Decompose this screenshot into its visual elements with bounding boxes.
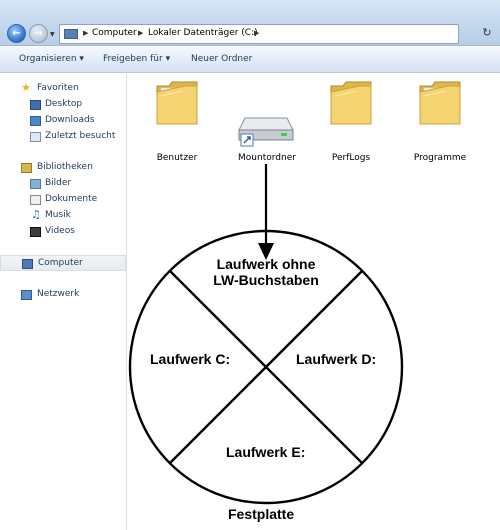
sidebar-item-libraries[interactable]: Bibliotheken [0,160,126,176]
navigation-pane: ★ Favoriten Desktop Downloads Zuletzt be… [0,74,127,530]
command-bar: Organisieren ▾ Freigeben für ▾ Neuer Ord… [0,47,500,73]
breadcrumb-local-disk[interactable]: Lokaler Datenträger (C:) [148,28,258,38]
music-icon: ♫ [31,208,41,221]
folder-icon [419,81,461,125]
address-bar: ← → ▼ ▶ Computer ▶ Lokaler Datenträger (… [0,0,500,46]
back-button[interactable]: ← [7,24,26,43]
sidebar-item-desktop[interactable]: Desktop [0,97,126,113]
disk-caption: Festplatte [228,506,295,522]
file-name: Programme [413,153,467,163]
breadcrumb-computer[interactable]: Computer [92,28,137,38]
forward-button[interactable]: → [29,24,48,43]
sidebar-item-computer[interactable]: Computer [0,255,126,271]
sidebar-item-documents[interactable]: Dokumente [0,192,126,208]
folder-item-mountordner[interactable]: Mountordner [227,74,307,164]
videos-icon [30,227,41,237]
folder-item-perflogs[interactable]: PerfLogs [311,74,391,164]
recent-places-icon [30,132,41,142]
folder-item-programme[interactable]: Programme [400,74,480,164]
documents-icon [30,195,41,205]
partition-label-d: Laufwerk D: [296,351,377,367]
star-icon: ★ [21,81,31,94]
organize-menu[interactable]: Organisieren ▾ [19,54,84,64]
chevron-right-icon[interactable]: ▶ [254,29,259,37]
chevron-right-icon[interactable]: ▶ [83,29,88,37]
sidebar-item-downloads[interactable]: Downloads [0,113,126,129]
sidebar-item-pictures[interactable]: Bilder [0,176,126,192]
sidebar-item-videos[interactable]: Videos [0,224,126,240]
share-menu[interactable]: Freigeben für ▾ [103,54,170,64]
libraries-icon [21,163,32,173]
file-name: Mountordner [238,153,296,163]
sidebar-item-recent[interactable]: Zuletzt besucht [0,129,126,145]
sidebar-item-favorites[interactable]: ★ Favoriten [0,81,126,97]
address-input[interactable]: ▶ Computer ▶ Lokaler Datenträger (C:) ▶ … [59,24,459,44]
desktop-icon [30,100,41,110]
history-dropdown-icon[interactable]: ▼ [50,31,55,38]
folder-item-benutzer[interactable]: Benutzer [137,74,217,164]
chevron-right-icon[interactable]: ▶ [138,29,143,37]
network-icon [21,290,32,300]
file-name: Benutzer [156,153,198,163]
sidebar-item-music[interactable]: ♫ Musik [0,208,126,224]
pictures-icon [30,179,41,189]
downloads-icon [30,116,41,126]
computer-icon [22,259,33,269]
file-name: PerfLogs [331,153,371,163]
partition-label-top: Laufwerk ohne LW-Buchstaben [213,256,319,288]
new-folder-button[interactable]: Neuer Ordner [191,54,252,64]
partition-label-c: Laufwerk C: [150,351,231,367]
computer-icon [64,29,78,39]
refresh-icon[interactable]: ↻ [478,26,496,42]
sidebar-item-network[interactable]: Netzwerk [0,287,126,303]
folder-icon [156,81,198,125]
file-list: Benutzer Mountordner PerfLogs Programme [128,74,500,530]
partition-label-e: Laufwerk E: [226,444,306,460]
drive-icon [238,117,294,147]
folder-icon [330,81,372,125]
